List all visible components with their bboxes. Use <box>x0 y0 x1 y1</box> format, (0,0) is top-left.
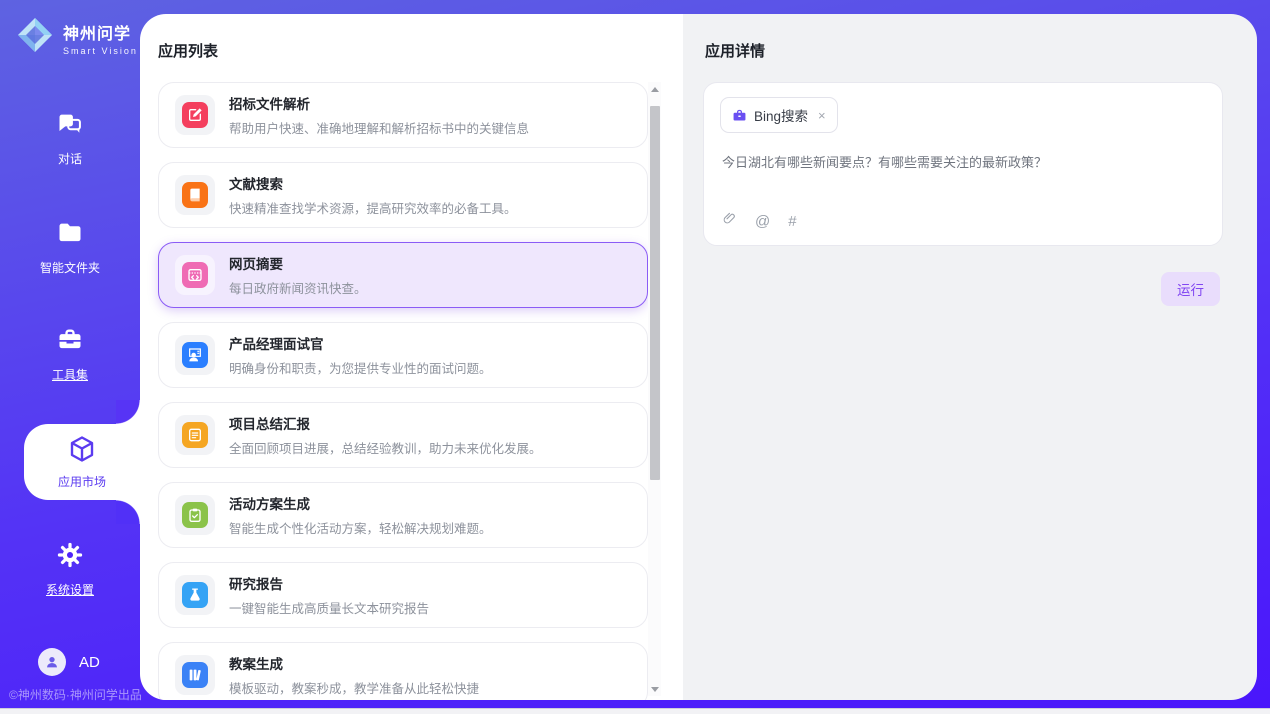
app-card-texts: 研究报告 一键智能生成高质量长文本研究报告 <box>229 573 429 617</box>
prompt-card: Bing搜索 × 今日湖北有哪些新闻要点？有哪些需要关注的最新政策？ @ # <box>703 82 1223 246</box>
tool-tag-label: Bing搜索 <box>754 105 808 125</box>
copyright-text: ©神州数码·神州问学出品 <box>9 686 142 703</box>
app-card-texts: 招标文件解析 帮助用户快速、准确地理解和解析招标书中的关键信息 <box>229 93 529 137</box>
prompt-text[interactable]: 今日湖北有哪些新闻要点？有哪些需要关注的最新政策？ <box>722 153 1204 173</box>
brand-logo: 神州问学 Smart Vision <box>15 15 138 60</box>
app-list-panel: 应用列表 招标文件解析 帮助用户快速、准确地理解和解析招标书中的关键信息 文献搜… <box>140 14 683 700</box>
app-description: 全面回顾项目进展，总结经验教训，助力未来优化发展。 <box>229 438 542 457</box>
interviewer-icon <box>182 342 208 368</box>
sidebar-item-smart-folder[interactable]: 智能文件夹 <box>0 219 140 276</box>
app-card-texts: 产品经理面试官 明确身份和职责，为您提供专业性的面试问题。 <box>229 333 492 377</box>
app-description: 模板驱动，教案秒成，教学准备从此轻松快捷 <box>229 678 479 697</box>
app-icon-tile <box>175 95 215 135</box>
app-name: 教案生成 <box>229 653 479 673</box>
clipboard-check-icon <box>182 502 208 528</box>
app-name: 项目总结汇报 <box>229 413 542 433</box>
chat-icon <box>55 110 85 143</box>
app-list-scrollbar[interactable] <box>648 82 661 696</box>
books-icon <box>182 662 208 688</box>
app-description: 智能生成个性化活动方案，轻松解决规划难题。 <box>229 518 492 537</box>
user-row[interactable]: AD <box>38 648 100 676</box>
brand-name: 神州问学 <box>63 20 138 44</box>
gear-icon <box>55 541 85 574</box>
app-card-texts: 文献搜索 快速精准查找学术资源，提高研究效率的必备工具。 <box>229 173 517 217</box>
tag-close-icon[interactable]: × <box>818 108 826 123</box>
user-name: AD <box>79 654 100 671</box>
app-card-web-summary[interactable]: 网页摘要 每日政府新闻资讯快查。 <box>158 242 648 308</box>
webpage-icon <box>182 262 208 288</box>
app-icon-tile <box>175 495 215 535</box>
sidebar-item-toolset[interactable]: 工具集 <box>0 326 140 383</box>
briefcase-icon <box>732 108 747 123</box>
app-card-event-plan[interactable]: 活动方案生成 智能生成个性化活动方案，轻松解决规划难题。 <box>158 482 648 548</box>
folder-icon <box>55 219 85 252</box>
window-bottom-edge <box>0 708 1270 714</box>
sidebar-item-label: 对话 <box>58 150 82 167</box>
diamond-logo-icon <box>15 15 55 60</box>
app-icon-tile <box>175 175 215 215</box>
sidebar-item-label: 智能文件夹 <box>40 259 100 276</box>
pen-icon <box>182 102 208 128</box>
app-card-bid-analysis[interactable]: 招标文件解析 帮助用户快速、准确地理解和解析招标书中的关键信息 <box>158 82 648 148</box>
tool-tag-bing-search[interactable]: Bing搜索 × <box>720 97 838 133</box>
app-description: 一键智能生成高质量长文本研究报告 <box>229 598 429 617</box>
app-description: 快速精准查找学术资源，提高研究效率的必备工具。 <box>229 198 517 217</box>
sidebar-item-system-settings[interactable]: 系统设置 <box>0 541 140 598</box>
sidebar: 神州问学 Smart Vision 对话 智能文件夹 工具集 应用市场 <box>0 0 140 708</box>
app-detail-title: 应用详情 <box>705 40 765 61</box>
composer-toolbar: @ # <box>722 210 797 232</box>
scrollbar-thumb[interactable] <box>650 106 660 480</box>
app-icon-tile <box>175 335 215 375</box>
app-list: 招标文件解析 帮助用户快速、准确地理解和解析招标书中的关键信息 文献搜索 快速精… <box>158 82 648 700</box>
app-icon-tile <box>175 575 215 615</box>
scroll-up-icon[interactable] <box>648 82 661 96</box>
app-name: 研究报告 <box>229 573 429 593</box>
app-card-pm-interviewer[interactable]: 产品经理面试官 明确身份和职责，为您提供专业性的面试问题。 <box>158 322 648 388</box>
hashtag-icon[interactable]: # <box>788 213 796 230</box>
app-description: 每日政府新闻资讯快查。 <box>229 278 367 297</box>
app-icon-tile <box>175 655 215 695</box>
sidebar-item-label: 工具集 <box>52 366 88 383</box>
paperclip-icon[interactable] <box>722 210 737 232</box>
app-name: 活动方案生成 <box>229 493 492 513</box>
app-icon-tile <box>175 255 215 295</box>
app-card-literature-search[interactable]: 文献搜索 快速精准查找学术资源，提高研究效率的必备工具。 <box>158 162 648 228</box>
app-name: 产品经理面试官 <box>229 333 492 353</box>
app-name: 文献搜索 <box>229 173 517 193</box>
app-card-project-summary[interactable]: 项目总结汇报 全面回顾项目进展，总结经验教训，助力未来优化发展。 <box>158 402 648 468</box>
scroll-down-icon[interactable] <box>648 682 661 696</box>
app-name: 招标文件解析 <box>229 93 529 113</box>
app-card-texts: 项目总结汇报 全面回顾项目进展，总结经验教训，助力未来优化发展。 <box>229 413 542 457</box>
brand-subtitle: Smart Vision <box>63 46 138 56</box>
app-card-research-report[interactable]: 研究报告 一键智能生成高质量长文本研究报告 <box>158 562 648 628</box>
app-card-texts: 网页摘要 每日政府新闻资讯快查。 <box>229 253 367 297</box>
app-description: 明确身份和职责，为您提供专业性的面试问题。 <box>229 358 492 377</box>
sidebar-item-app-market[interactable]: 应用市场 <box>24 424 140 500</box>
app-icon-tile <box>175 415 215 455</box>
toolbox-icon <box>55 326 85 359</box>
sidebar-item-chat[interactable]: 对话 <box>0 110 140 167</box>
run-button[interactable]: 运行 <box>1161 272 1220 306</box>
sidebar-item-label: 系统设置 <box>46 581 94 598</box>
app-list-title: 应用列表 <box>158 40 218 61</box>
app-card-texts: 活动方案生成 智能生成个性化活动方案，轻松解决规划难题。 <box>229 493 492 537</box>
person-icon <box>44 654 60 670</box>
flask-icon <box>182 582 208 608</box>
app-description: 帮助用户快速、准确地理解和解析招标书中的关键信息 <box>229 118 529 137</box>
note-icon <box>182 422 208 448</box>
app-card-lesson-plan[interactable]: 教案生成 模板驱动，教案秒成，教学准备从此轻松快捷 <box>158 642 648 700</box>
app-detail-panel: 应用详情 Bing搜索 × 今日湖北有哪些新闻要点？有哪些需要关注的最新政策？ <box>683 14 1257 700</box>
content-area: 应用列表 招标文件解析 帮助用户快速、准确地理解和解析招标书中的关键信息 文献搜… <box>140 14 1257 700</box>
cube-icon <box>67 434 97 469</box>
app-card-texts: 教案生成 模板驱动，教案秒成，教学准备从此轻松快捷 <box>229 653 479 697</box>
book-icon <box>182 182 208 208</box>
sidebar-item-label: 应用市场 <box>58 473 106 490</box>
avatar <box>38 648 66 676</box>
mention-at-icon[interactable]: @ <box>755 213 770 230</box>
app-name: 网页摘要 <box>229 253 367 273</box>
